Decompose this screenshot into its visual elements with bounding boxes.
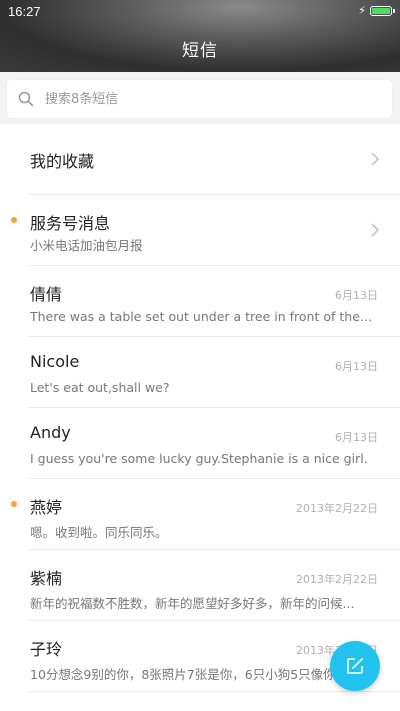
unread-dot xyxy=(11,501,17,507)
contact-name: 子玲 xyxy=(30,640,63,659)
search-icon xyxy=(18,91,34,107)
favorites-row[interactable]: 我的收藏 xyxy=(29,124,400,195)
message-preview: 嗯。收到啦。同乐同乐。 xyxy=(30,525,168,540)
message-preview: Let's eat out,shall we? xyxy=(30,380,170,395)
contact-name: 倩倩 xyxy=(30,285,63,304)
search-box[interactable] xyxy=(7,80,392,118)
contact-name: Andy xyxy=(30,423,71,442)
battery-level xyxy=(372,7,390,14)
battery-icon xyxy=(370,5,395,16)
conversation-list: 我的收藏 服务号消息 小米电话加油包月报 倩倩 6月13日 There was … xyxy=(0,124,400,692)
search-input[interactable] xyxy=(45,89,365,109)
list-item[interactable]: Nicole 6月13日 Let's eat out,shall we? xyxy=(29,337,400,408)
message-preview: 新年的祝福数不胜数，新年的愿望好多好多，新年的问候... xyxy=(30,596,355,611)
message-date: 6月13日 xyxy=(335,431,378,444)
list-item[interactable]: 燕婷 2013年2月22日 嗯。收到啦。同乐同乐。 xyxy=(11,479,400,550)
message-date: 2013年2月22日 xyxy=(296,573,378,586)
contact-name: 紫楠 xyxy=(30,569,63,588)
page-title: 短信 xyxy=(182,41,218,61)
chevron-right-icon xyxy=(371,223,380,237)
compose-button[interactable] xyxy=(330,641,380,691)
compose-icon xyxy=(347,658,363,674)
message-date: 6月13日 xyxy=(335,360,378,373)
contact-name: 燕婷 xyxy=(30,498,63,517)
contact-name: 服务号消息 xyxy=(30,214,111,233)
unread-dot xyxy=(11,217,17,223)
search-bar xyxy=(0,72,400,124)
message-date: 6月13日 xyxy=(335,289,378,302)
message-date: 2013年2月22日 xyxy=(296,502,378,515)
list-item[interactable]: 服务号消息 小米电话加油包月报 xyxy=(11,195,400,266)
message-preview: 小米电话加油包月报 xyxy=(30,238,143,253)
list-item[interactable]: 倩倩 6月13日 There was a table set out under… xyxy=(29,266,400,337)
contact-name: Nicole xyxy=(30,352,80,371)
message-preview: There was a table set out under a tree i… xyxy=(30,309,375,324)
status-icons: ⚡ xyxy=(358,4,395,17)
status-time: 16:27 xyxy=(8,4,41,19)
list-item[interactable]: Andy 6月13日 I guess you're some lucky guy… xyxy=(29,408,400,479)
chevron-right-icon xyxy=(371,152,380,166)
app-header: 16:27 ⚡ 短信 xyxy=(0,0,400,72)
list-item[interactable]: 紫楠 2013年2月22日 新年的祝福数不胜数，新年的愿望好多好多，新年的问候.… xyxy=(29,550,400,621)
charging-icon: ⚡ xyxy=(358,4,366,17)
message-preview: I guess you're some lucky guy.Stephanie … xyxy=(30,451,368,466)
message-preview: 10分想念9别的你，8张照片7张是你，6只小狗5只像你... xyxy=(30,667,348,682)
favorites-label: 我的收藏 xyxy=(30,152,95,171)
